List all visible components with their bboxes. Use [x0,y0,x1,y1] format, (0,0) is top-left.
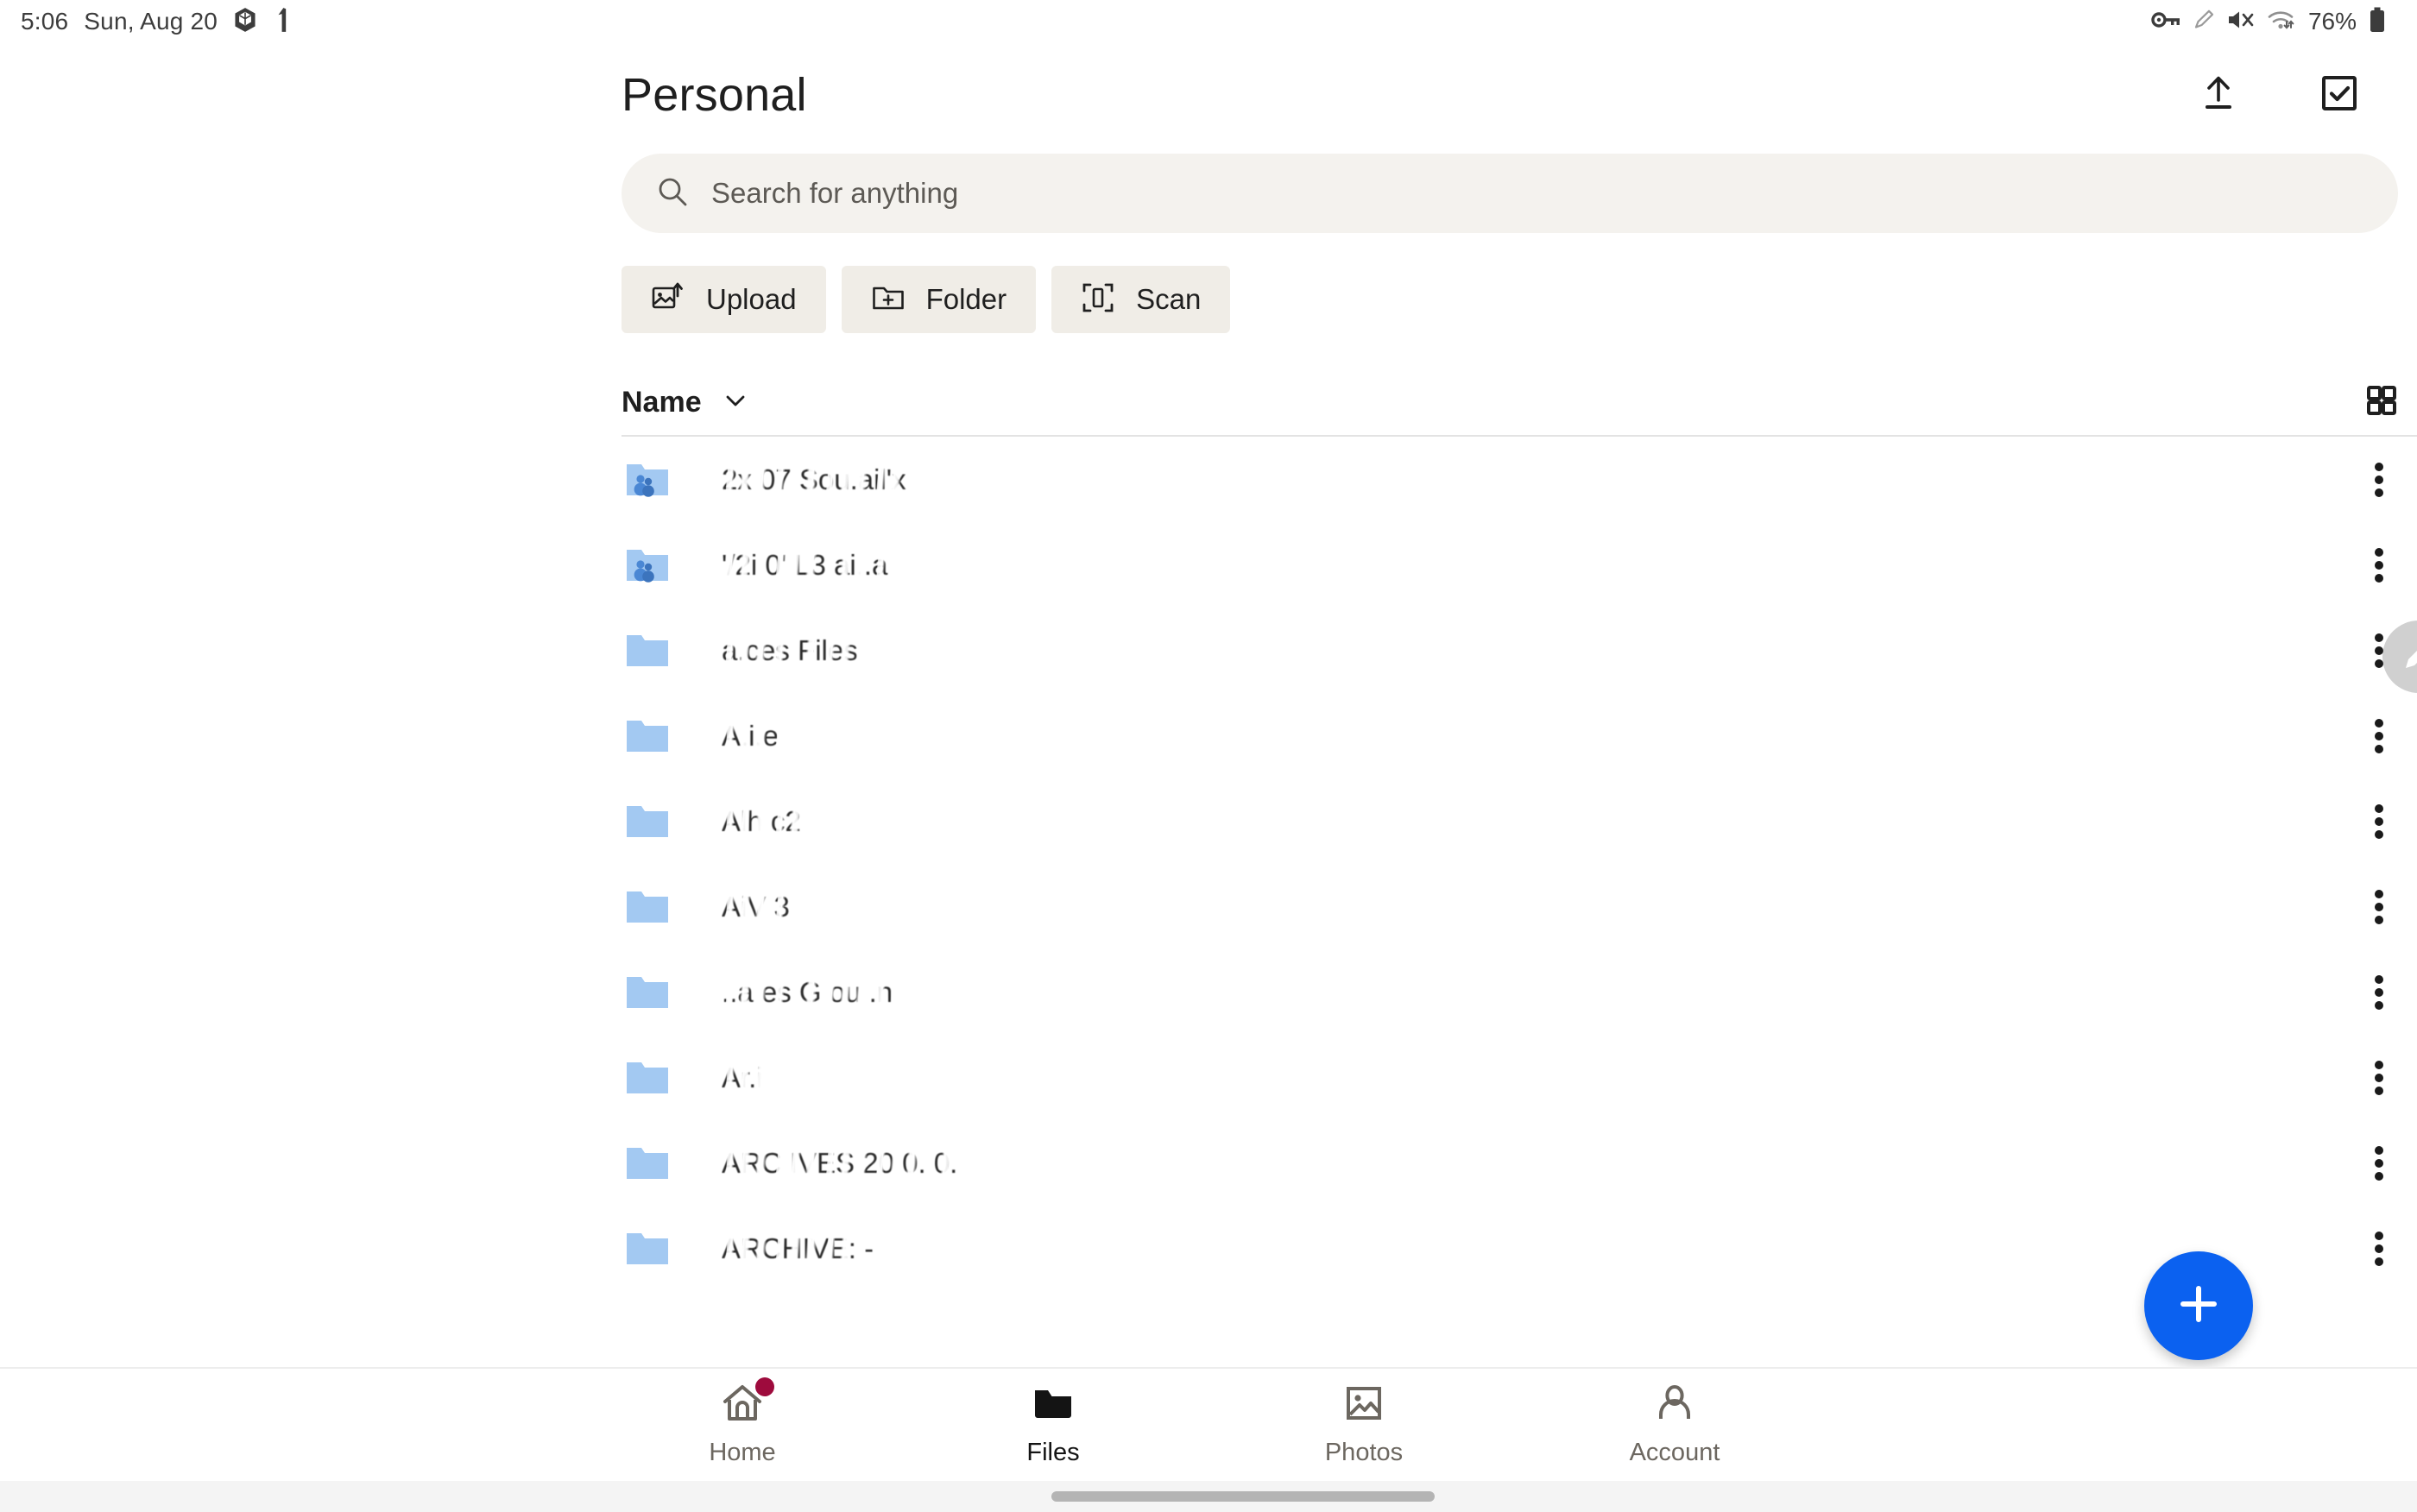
pencil-icon [2399,635,2417,679]
table-row[interactable]: ..a es G ou .n [622,949,2417,1035]
folder-icon [623,888,672,926]
chevron-down-icon [721,386,750,419]
table-row[interactable]: 2x 07 Sou.ail'x [622,437,2417,522]
nav-label-home: Home [709,1439,775,1467]
more-vertical-icon[interactable] [2360,973,2398,1011]
file-name: AiV 3 [722,891,2360,923]
image-upload-icon [651,280,685,319]
search-icon [656,175,689,212]
app-content: Personal Search for anything Upload [622,43,2417,1512]
nav-item-account[interactable]: Account [1519,1383,1830,1467]
file-name: 2x 07 Sou.ail'x [722,463,2360,496]
gesture-bar [0,1481,2417,1512]
table-row[interactable]: A.i.e [622,693,2417,778]
select-button[interactable] [2319,72,2360,118]
folder-icon [623,717,672,755]
more-vertical-icon[interactable] [2360,888,2398,926]
scan-frame-icon [1081,280,1115,319]
file-name: ..a es G ou .n [722,976,2360,1009]
scan-chip-label: Scan [1136,283,1201,316]
search-section: Search for anything [622,154,2398,233]
header-actions [2198,72,2379,118]
folder-icon [623,632,672,670]
table-row[interactable]: ARC IVES 20 0. 0. [622,1120,2417,1206]
nav-item-home[interactable]: Home [587,1383,898,1467]
plus-icon [2173,1278,2225,1334]
battery-percent-label: 76% [2308,8,2357,35]
sort-label: Name [622,386,702,419]
nav-label-account: Account [1630,1439,1720,1467]
folder-chip[interactable]: Folder [842,266,1037,333]
file-name: ARC IVES 20 0. 0. [722,1147,2360,1180]
scan-chip[interactable]: Scan [1051,266,1230,333]
file-name: Alh c2 [722,805,2360,838]
nav-label-files: Files [1026,1439,1079,1467]
app-header: Personal [622,43,2417,147]
folder-plus-icon [871,280,906,319]
home-indicator[interactable] [1051,1491,1435,1502]
nav-item-photos[interactable]: Photos [1208,1383,1519,1467]
wifi-icon [2267,9,2294,35]
shared-folder-icon [623,461,672,499]
add-fab[interactable] [2144,1251,2253,1360]
table-row[interactable]: Alh c2 [622,778,2417,864]
table-row[interactable]: ARCHIVE: - [622,1206,2417,1291]
volume-muted-icon [2227,9,2255,35]
file-name: '/2i 0' L3 ai..a [722,549,2360,582]
more-vertical-icon[interactable] [2360,461,2398,499]
bottom-navigation: Home Files Photos Account [0,1367,2417,1481]
more-vertical-icon[interactable] [2360,803,2398,841]
more-vertical-icon[interactable] [2360,1144,2398,1182]
nav-item-files[interactable]: Files [898,1383,1208,1467]
page-title: Personal [622,68,807,122]
sort-control[interactable]: Name [622,386,750,419]
quick-actions: Upload Folder Scan [622,266,2417,333]
file-name: Ar.i [722,1062,2360,1094]
home-badge [755,1377,774,1396]
folder-icon [623,1144,672,1182]
upload-button[interactable] [2198,72,2239,118]
folder-icon [623,1059,672,1097]
person-icon [1653,1383,1696,1428]
more-vertical-icon[interactable] [2360,717,2398,755]
cube-icon [233,7,257,37]
table-row[interactable]: '/2i 0' L3 ai..a [622,522,2417,608]
file-list: 2x 07 Sou.ail'x '/2i 0' L3 ai..a a.ces F… [622,437,2417,1291]
file-name: A.i.e [722,720,2360,753]
status-bar: 5:06 Sun, Aug 20 76% [0,0,2417,43]
more-vertical-icon[interactable] [2360,546,2398,584]
search-placeholder: Search for anything [711,177,958,210]
upload-chip[interactable]: Upload [622,266,826,333]
pencil-icon [2193,9,2215,35]
status-date: Sun, Aug 20 [84,8,218,35]
folder-chip-label: Folder [926,283,1007,316]
home-icon [721,1383,764,1428]
search-input[interactable]: Search for anything [622,154,2398,233]
more-vertical-icon[interactable] [2360,1230,2398,1268]
grid-view-toggle[interactable] [2365,384,2398,421]
battery-icon [2369,7,2386,37]
table-row[interactable]: a.ces Files [622,608,2417,693]
status-time: 5:06 [21,8,68,35]
table-row[interactable]: AiV 3 [622,864,2417,949]
folder-filled-icon [1032,1383,1075,1428]
more-vertical-icon[interactable] [2360,1059,2398,1097]
upload-chip-label: Upload [706,283,797,316]
status-bar-left: 5:06 Sun, Aug 20 [21,7,290,37]
list-toolbar: Name [622,369,2417,437]
status-bar-right: 76% [2151,7,2396,37]
folder-icon [623,803,672,841]
image-icon [1342,1383,1385,1428]
navigation-arrow-icon [273,7,290,37]
shared-folder-icon [623,546,672,584]
folder-icon [623,973,672,1011]
file-name: ARCHIVE: - [722,1232,2360,1265]
folder-icon [623,1230,672,1268]
key-icon [2151,9,2180,35]
table-row[interactable]: Ar.i [622,1035,2417,1120]
file-name: a.ces Files [722,634,2360,667]
nav-label-photos: Photos [1325,1439,1403,1467]
